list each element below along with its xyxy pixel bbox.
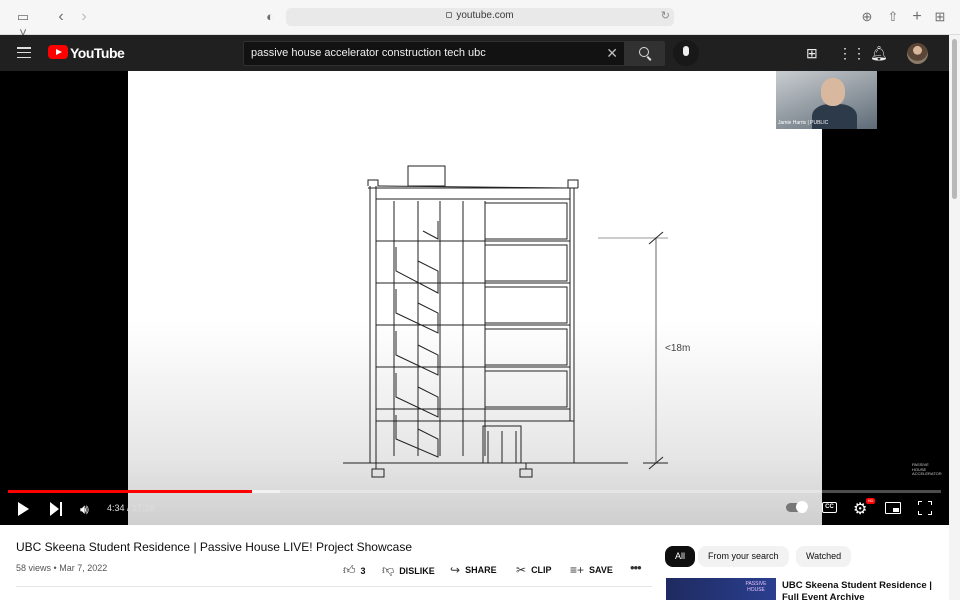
captions-icon[interactable]: CC — [822, 502, 837, 513]
clear-search-icon[interactable]: ✕ — [606, 45, 618, 62]
progress-bar[interactable] — [8, 490, 941, 493]
chip-all[interactable]: All — [665, 546, 696, 567]
share-label: SHARE — [465, 565, 497, 575]
recommended-title[interactable]: UBC Skeena Student Residence | Full Even… — [782, 580, 932, 604]
share-page-icon[interactable]: ⇧ — [886, 9, 900, 25]
create-video-icon[interactable]: ⊞ — [806, 46, 818, 60]
dimension-label: <18m — [665, 343, 690, 354]
youtube-wordmark[interactable]: YouTube — [70, 45, 125, 61]
play-icon[interactable] — [18, 502, 29, 516]
thumbnail-text: PASSIVE HOUSE — [745, 581, 767, 593]
height-dimension — [598, 231, 668, 470]
tab-overview-icon[interactable]: ⊞ — [933, 9, 947, 25]
autoplay-toggle[interactable] — [786, 501, 808, 513]
time-display: 4:34 / 17:28 — [107, 503, 155, 513]
recommended-thumbnail[interactable]: PASSIVE HOUSE — [666, 578, 776, 600]
new-tab-icon[interactable]: + — [910, 9, 924, 25]
url-text: youtube.com — [456, 10, 514, 21]
more-actions-button[interactable]: ••• — [630, 560, 642, 575]
floor-slabs — [376, 198, 574, 422]
scissors-icon: ✂ — [516, 563, 527, 577]
presenter-face — [821, 78, 845, 106]
next-video-icon[interactable] — [50, 502, 64, 516]
miniplayer-icon[interactable] — [885, 502, 901, 514]
fullscreen-icon[interactable] — [918, 501, 932, 515]
chip-watched[interactable]: Watched — [796, 546, 852, 567]
browser-toolbar: ▭ ˅ ‹ › ◐ youtube.com ↻ ⊕ ⇧ + ⊞ — [0, 0, 960, 40]
playlist-add-icon: ≡+ — [570, 563, 585, 577]
save-button[interactable]: ≡+ SAVE — [570, 563, 613, 577]
forward-icon[interactable]: › — [77, 9, 91, 25]
search-input[interactable]: passive house accelerator construction t… — [243, 41, 625, 66]
video-title: UBC Skeena Student Residence | Passive H… — [16, 540, 412, 554]
back-icon[interactable]: ‹ — [54, 9, 68, 25]
like-count: 3 — [360, 565, 366, 576]
building-section-drawing: <18m — [343, 165, 690, 478]
account-avatar[interactable] — [907, 43, 928, 64]
dislike-button[interactable]: 👎︎ DISLIKE — [382, 563, 435, 578]
voice-search-button[interactable] — [673, 40, 699, 66]
progress-played — [8, 490, 253, 493]
balcony-elements — [395, 221, 439, 458]
address-bar[interactable]: youtube.com ↻ — [286, 8, 674, 26]
rooftop-unit — [407, 165, 446, 187]
search-query: passive house accelerator construction t… — [251, 47, 486, 59]
save-label: SAVE — [589, 565, 613, 575]
meta-separator: • — [53, 563, 57, 573]
upload-date: Mar 7, 2022 — [59, 563, 108, 573]
view-count: 58 views — [16, 563, 52, 573]
search-icon — [639, 47, 649, 57]
shield-icon[interactable]: ◐ — [263, 9, 277, 25]
apps-grid-icon[interactable]: ⋮⋮ — [838, 46, 866, 60]
roof-parapet — [367, 179, 579, 189]
notifications-bell-icon[interactable]: 🔔︎ — [870, 46, 888, 60]
hd-badge: HD — [866, 498, 875, 504]
sidebar-toggle-icon[interactable]: ▭ ˅ — [12, 9, 34, 40]
video-frame: <18m — [128, 71, 822, 525]
downloads-icon[interactable]: ⊕ — [860, 9, 874, 25]
youtube-logo-icon[interactable] — [48, 45, 68, 59]
chip-from-your-search[interactable]: From your search — [698, 546, 789, 567]
thumbs-down-icon: 👎︎ — [382, 563, 395, 577]
current-time: 4:34 — [107, 503, 125, 513]
like-button[interactable]: 👍︎ 3 — [343, 563, 366, 578]
thumbs-up-icon: 👍︎ — [343, 563, 356, 577]
divider — [16, 586, 652, 587]
clip-label: CLIP — [531, 565, 552, 575]
microphone-icon — [683, 46, 689, 56]
duration: 17:28 — [132, 503, 155, 513]
channel-watermark: PASSIVE HOUSE ACCELERATOR — [912, 462, 942, 476]
share-button[interactable]: ↪ SHARE — [450, 563, 497, 577]
dislike-label: DISLIKE — [399, 565, 435, 576]
search-button[interactable] — [625, 41, 665, 66]
page-scrollbar[interactable] — [949, 35, 960, 600]
presenter-webcam: Jamie Harris | PUBLIC — [776, 71, 877, 129]
youtube-masthead: YouTube passive house accelerator constr… — [0, 35, 949, 71]
volume-icon[interactable]: 🔊︎ — [80, 501, 89, 518]
clip-button[interactable]: ✂ CLIP — [516, 563, 552, 577]
lock-icon — [446, 12, 453, 18]
reload-icon[interactable]: ↻ — [661, 9, 670, 22]
menu-icon[interactable] — [17, 47, 31, 59]
video-meta: 58 views • Mar 7, 2022 — [16, 563, 107, 573]
video-player[interactable]: <18m Jamie Harris | PUBLIC PASSIVE HOUSE… — [0, 71, 949, 525]
presenter-name: Jamie Harris | PUBLIC — [778, 120, 829, 126]
scrollbar-thumb[interactable] — [952, 39, 957, 199]
share-arrow-icon: ↪ — [450, 563, 461, 577]
